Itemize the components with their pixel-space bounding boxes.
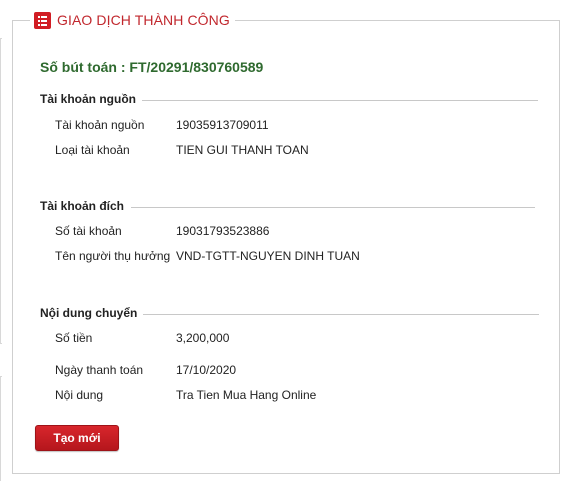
source-account-value: 19035913709011 — [176, 118, 269, 132]
section-divider — [131, 207, 535, 208]
section-title-transfer-content: Nội dung chuyển — [40, 306, 138, 320]
amount-value: 3,200,000 — [176, 331, 230, 345]
beneficiary-name-value: VND-TGTT-NGUYEN DINH TUAN — [176, 249, 360, 263]
border-cap — [0, 343, 2, 344]
create-new-button[interactable]: Tạo mới — [35, 425, 119, 451]
account-number-label: Số tài khoản — [55, 224, 122, 238]
left-border-lower — [0, 376, 2, 481]
section-title-destination-account: Tài khoản đích — [40, 199, 125, 213]
payment-date-value: 17/10/2020 — [176, 363, 237, 377]
section-divider — [142, 100, 538, 101]
description-value: Tra Tien Mua Hang Online — [176, 388, 317, 402]
payment-date-label: Ngày thanh toán — [55, 363, 144, 377]
amount-label: Số tiền — [55, 331, 93, 345]
section-divider — [143, 314, 539, 315]
account-number-value: 19031793523886 — [176, 224, 270, 238]
section-title-source-account: Tài khoản nguồn — [40, 92, 136, 106]
beneficiary-name-label: Tên người thụ hưởng — [55, 249, 171, 263]
border-cap — [0, 376, 2, 377]
page-title: GIAO DỊCH THÀNH CÔNG — [57, 12, 230, 28]
description-label: Nội dung — [55, 388, 104, 402]
left-border-upper — [0, 38, 2, 344]
transaction-result-panel — [12, 20, 560, 474]
border-cap — [0, 38, 2, 39]
transaction-reference: Số bút toán : FT/20291/830760589 — [40, 59, 264, 75]
panel-header: GIAO DỊCH THÀNH CÔNG — [30, 8, 235, 32]
list-icon — [34, 11, 51, 29]
account-type-value: TIEN GUI THANH TOAN — [176, 143, 309, 157]
account-type-label: Loại tài khoản — [55, 143, 130, 157]
source-account-label: Tài khoản nguồn — [55, 118, 145, 132]
